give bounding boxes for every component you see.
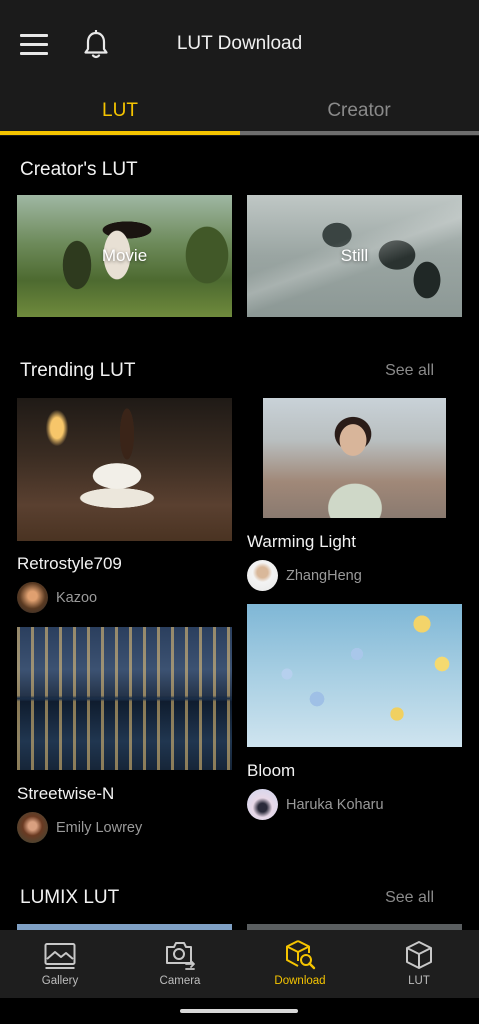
lut-title[interactable]: Retrostyle709 [17,554,122,574]
nav-label: Camera [159,975,201,987]
lut-author[interactable]: Haruka Koharu [286,797,384,813]
nav-label: Gallery [41,975,79,987]
lut-cube-icon [406,941,432,969]
download-icon [286,940,316,970]
section-title-creators-lut: Creator's LUT [20,159,138,180]
gallery-icon [44,943,76,969]
lut-card-image[interactable] [247,604,462,747]
avatar[interactable] [247,560,278,591]
nav-download[interactable]: Download [240,930,360,998]
nav-gallery[interactable]: Gallery [0,930,120,998]
lut-card-image[interactable] [17,627,232,770]
section-title-lumix-lut: LUMIX LUT [20,887,120,908]
lut-title[interactable]: Bloom [247,761,295,781]
creator-card-still[interactable]: Still [247,195,462,317]
lut-author[interactable]: Emily Lowrey [56,820,142,836]
page-title: LUT Download [176,33,303,54]
tab-lut[interactable]: LUT [0,90,240,132]
camera-icon [166,942,195,970]
nav-label: Download [274,975,326,987]
system-navigation-area [0,998,479,1024]
lut-title[interactable]: Streetwise-N [17,784,114,804]
avatar[interactable] [17,582,48,613]
nav-lut[interactable]: LUT [359,930,479,998]
lumix-see-all-link[interactable]: See all [385,889,434,907]
card-label: Still [340,246,369,265]
lut-author[interactable]: Kazoo [56,590,97,606]
section-title-trending-lut: Trending LUT [20,360,136,381]
tab-indicator-inactive [240,131,479,135]
lut-card-image[interactable] [263,398,446,518]
lut-author[interactable]: ZhangHeng [286,568,362,584]
trending-see-all-link[interactable]: See all [385,362,434,380]
tab-bar: LUT Creator [0,90,479,136]
creator-card-movie[interactable]: Movie [17,195,232,317]
tab-indicator-active [0,131,240,135]
card-label: Movie [101,246,148,265]
top-app-bar: LUT Download [0,0,479,90]
home-indicator[interactable] [180,1009,298,1013]
avatar[interactable] [17,812,48,843]
bottom-navigation: Gallery Camera Download LUT [0,930,479,998]
avatar[interactable] [247,789,278,820]
nav-label: LUT [408,975,430,987]
lut-title[interactable]: Warming Light [247,532,356,552]
lut-card-image[interactable] [17,398,232,541]
nav-camera[interactable]: Camera [120,930,240,998]
tab-creator[interactable]: Creator [239,90,479,132]
